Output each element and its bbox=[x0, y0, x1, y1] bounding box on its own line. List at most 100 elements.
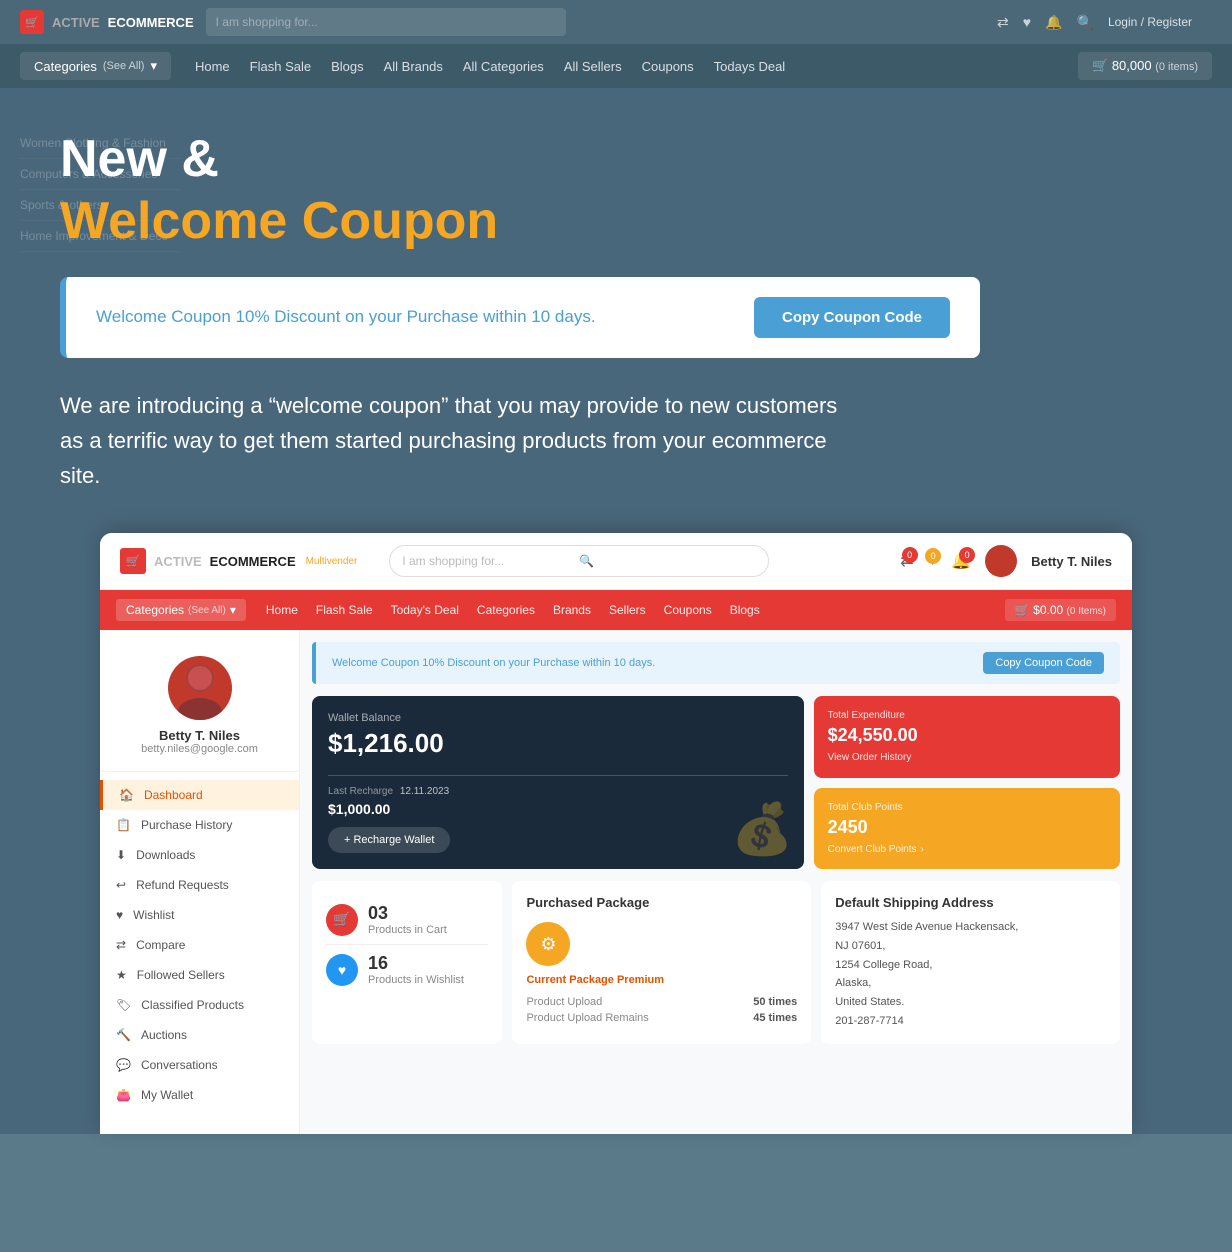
login-button[interactable]: Login / Register bbox=[1108, 15, 1192, 29]
download-icon: ⬇ bbox=[116, 848, 126, 862]
coupon-banner: Welcome Coupon 10% Discount on your Purc… bbox=[60, 277, 980, 358]
hero-description: We are introducing a “welcome coupon” th… bbox=[60, 388, 840, 494]
package-icon: ⚙ bbox=[526, 922, 570, 966]
see-all-label: (See All) bbox=[103, 60, 145, 72]
package-type: Current Package Premium bbox=[526, 974, 797, 986]
top-navbar: 🛒 ACTIVE ECOMMERCE I am shopping for... … bbox=[0, 0, 1232, 44]
sidebar-item-classified[interactable]: 🏷 Classified Products bbox=[100, 990, 299, 1020]
db-compare-icon[interactable]: ⇄ 0 bbox=[900, 551, 913, 571]
nav-actions: ⇄ ♥ 🔔 🔍 Login / Register bbox=[977, 0, 1212, 44]
sidebar-label-downloads: Downloads bbox=[136, 848, 195, 862]
sidebar-item-purchase-history[interactable]: 📋 Purchase History bbox=[100, 810, 299, 840]
wallet-recharge-amount: $1,000.00 bbox=[328, 801, 788, 817]
nav-link-coupons[interactable]: Coupons bbox=[642, 59, 694, 74]
db-catbar: Categories (See All) ▾ Home Flash Sale T… bbox=[100, 590, 1132, 630]
package-remains-label: Product Upload Remains bbox=[526, 1012, 648, 1024]
db-categories-dropdown[interactable]: Categories (See All) ▾ bbox=[116, 599, 246, 621]
nav-link-all-categories[interactable]: All Categories bbox=[463, 59, 544, 74]
search-icon[interactable]: 🔍 bbox=[1077, 14, 1094, 31]
address-line5: United States. bbox=[835, 996, 904, 1008]
notifications-icon[interactable]: 🔔 bbox=[1045, 14, 1062, 31]
db-notifications-icon[interactable]: 🔔 0 bbox=[951, 551, 971, 571]
db-nav-flash[interactable]: Flash Sale bbox=[316, 603, 373, 617]
gavel-icon: 🔨 bbox=[116, 1028, 131, 1042]
db-actions: ⇄ 0 ♥ 0 🔔 0 Betty T. Niles bbox=[900, 545, 1112, 577]
categories-label: Categories bbox=[34, 59, 97, 74]
expenditure-amount: $24,550.00 bbox=[828, 725, 1106, 746]
db-copy-coupon-button[interactable]: Copy Coupon Code bbox=[983, 652, 1104, 674]
wallet-card: Wallet Balance $1,216.00 Last Recharge 1… bbox=[312, 696, 804, 869]
db-bottom-row: 🛒 03 Products in Cart ♥ 16 Products in W… bbox=[312, 881, 1120, 1044]
sidebar-item-downloads[interactable]: ⬇ Downloads bbox=[100, 840, 299, 870]
site-logo: 🛒 ACTIVE ECOMMERCE bbox=[20, 10, 194, 34]
sidebar-item-conversations[interactable]: 💬 Conversations bbox=[100, 1050, 299, 1080]
club-points-label: Total Club Points bbox=[828, 802, 1106, 813]
address-phone: 201-287-7714 bbox=[835, 1015, 904, 1027]
sidebar-item-wishlist[interactable]: ♥ Wishlist bbox=[100, 900, 299, 930]
wishlist-icon[interactable]: ♥ bbox=[1023, 14, 1031, 30]
db-wishlist-icon[interactable]: ♥ 0 bbox=[928, 552, 938, 570]
db-logo: 🛒 ACTIVE ECOMMERCE Multivender bbox=[120, 548, 357, 574]
nav-link-blogs[interactable]: Blogs bbox=[331, 59, 364, 74]
wishlist-count: 16 bbox=[368, 953, 464, 974]
nav-link-all-sellers[interactable]: All Sellers bbox=[564, 59, 622, 74]
search-placeholder: I am shopping for... bbox=[216, 15, 318, 29]
expenditure-label: Total Expenditure bbox=[828, 710, 1106, 721]
search-bar[interactable]: I am shopping for... bbox=[206, 8, 566, 36]
sidebar-item-refund[interactable]: ↩ Refund Requests bbox=[100, 870, 299, 900]
db-topbar: 🛒 ACTIVE ECOMMERCE Multivender I am shop… bbox=[100, 533, 1132, 590]
cart-count: 03 bbox=[368, 903, 447, 924]
user-avatar bbox=[168, 656, 232, 720]
sidebar-item-my-wallet[interactable]: 👛 My Wallet bbox=[100, 1080, 299, 1110]
address-text: 3947 West Side Avenue Hackensack, NJ 076… bbox=[835, 918, 1106, 1030]
db-nav-categories[interactable]: Categories bbox=[477, 603, 535, 617]
tag-icon: 🏷 bbox=[116, 998, 131, 1012]
address-line4: Alaska, bbox=[835, 977, 871, 989]
nav-link-todays-deal[interactable]: Todays Deal bbox=[714, 59, 786, 74]
db-username[interactable]: Betty T. Niles bbox=[1031, 554, 1112, 569]
package-remains-value: 45 times bbox=[753, 1012, 797, 1024]
sidebar-email: betty.niles@google.com bbox=[116, 743, 283, 755]
compare-icon[interactable]: ⇄ bbox=[997, 14, 1009, 31]
sidebar-item-followed-sellers[interactable]: ★ Followed Sellers bbox=[100, 960, 299, 990]
sidebar-label-wallet: My Wallet bbox=[141, 1088, 193, 1102]
wishlist-icon-mini: ♥ bbox=[326, 954, 358, 986]
recharge-wallet-button[interactable]: + Recharge Wallet bbox=[328, 827, 450, 853]
wishlist-stat-item: ♥ 16 Products in Wishlist bbox=[326, 944, 488, 994]
convert-club-points-link[interactable]: Convert Club Points › bbox=[828, 844, 1106, 855]
sidebar-label-auctions: Auctions bbox=[141, 1028, 187, 1042]
db-nav-sellers[interactable]: Sellers bbox=[609, 603, 646, 617]
db-logo-tagline: Multivender bbox=[306, 556, 358, 567]
cart-button[interactable]: 🛒 80,000 (0 items) bbox=[1078, 52, 1212, 80]
db-nav-coupons[interactable]: Coupons bbox=[664, 603, 712, 617]
nav-link-flash-sale[interactable]: Flash Sale bbox=[250, 59, 311, 74]
sidebar-label-followed: Followed Sellers bbox=[137, 968, 225, 982]
nav-link-all-brands[interactable]: All Brands bbox=[384, 59, 443, 74]
wallet-label: Wallet Balance bbox=[328, 712, 788, 724]
package-upload-label: Product Upload bbox=[526, 996, 602, 1008]
nav-link-home[interactable]: Home bbox=[195, 59, 230, 74]
sidebar-item-dashboard[interactable]: 🏠 Dashboard bbox=[100, 780, 299, 810]
db-logo-ec: ECOMMERCE bbox=[210, 554, 296, 569]
sidebar-menu: 🏠 Dashboard 📋 Purchase History ⬇ Downloa… bbox=[100, 772, 299, 1118]
heart-icon: ♥ bbox=[116, 908, 123, 922]
sidebar-label-purchase: Purchase History bbox=[141, 818, 232, 832]
sidebar-item-compare[interactable]: ⇄ Compare bbox=[100, 930, 299, 960]
hero-section: Women Clothing & Fashion Computers & Acc… bbox=[0, 88, 1232, 1134]
db-nav-brands[interactable]: Brands bbox=[553, 603, 591, 617]
star-icon: ★ bbox=[116, 968, 127, 982]
sidebar-item-auctions[interactable]: 🔨 Auctions bbox=[100, 1020, 299, 1050]
mini-stat-card: 🛒 03 Products in Cart ♥ 16 Products in W… bbox=[312, 881, 502, 1044]
db-nav-home[interactable]: Home bbox=[266, 603, 298, 617]
db-cart-button[interactable]: 🛒 $0.00 (0 Items) bbox=[1005, 599, 1116, 621]
sidebar-label-classified: Classified Products bbox=[141, 998, 244, 1012]
chevron-down-icon: ▾ bbox=[150, 58, 157, 74]
view-order-history-link[interactable]: View Order History bbox=[828, 752, 1106, 763]
copy-coupon-button[interactable]: Copy Coupon Code bbox=[754, 297, 950, 338]
db-nav-blogs[interactable]: Blogs bbox=[730, 603, 760, 617]
db-search-icon: 🔍 bbox=[579, 554, 756, 568]
db-search-bar[interactable]: I am shopping for... 🔍 bbox=[389, 545, 769, 577]
categories-dropdown[interactable]: Categories (See All) ▾ bbox=[20, 52, 171, 80]
address-line2: NJ 07601, bbox=[835, 940, 885, 952]
db-nav-deal[interactable]: Today's Deal bbox=[391, 603, 459, 617]
